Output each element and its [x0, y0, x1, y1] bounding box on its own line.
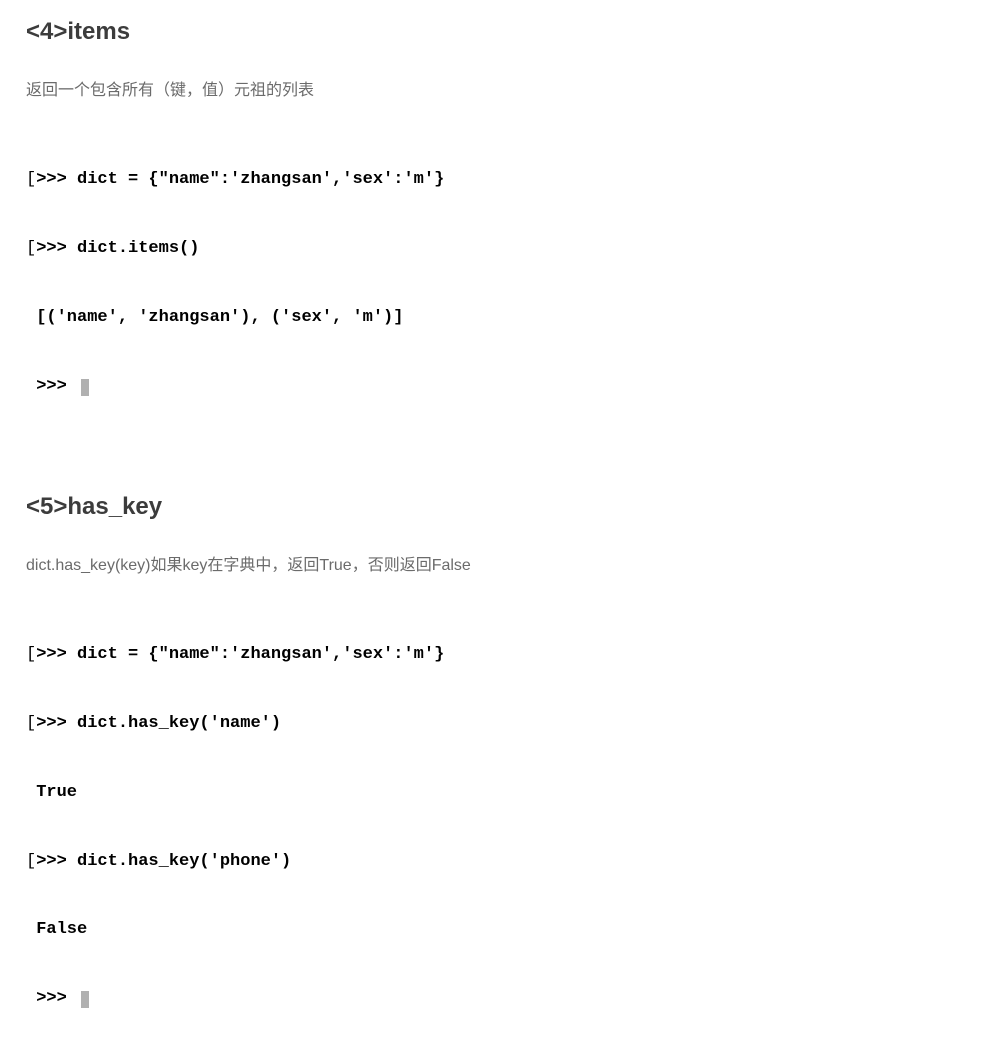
bracket-icon: [ — [26, 644, 36, 667]
code-line: [>>> dict = {"name":'zhangsan','sex':'m'… — [26, 169, 974, 192]
bracket-icon: [ — [26, 713, 36, 736]
code-block-items: [>>> dict = {"name":'zhangsan','sex':'m'… — [26, 124, 974, 445]
code-line: [>>> dict.has_key('name') — [26, 713, 974, 736]
heading-haskey: <5>has_key — [26, 493, 974, 521]
code-text: >>> — [36, 988, 77, 1011]
code-line: [>>> dict = {"name":'zhangsan','sex':'m'… — [26, 644, 974, 667]
code-line: [>>> dict.has_key('phone') — [26, 851, 974, 874]
bracket-icon — [26, 307, 36, 330]
section-5-haskey: <5>has_key dict.has_key(key)如果key在字典中，返回… — [26, 493, 974, 1057]
code-text: [('name', 'zhangsan'), ('sex', 'm')] — [36, 307, 403, 330]
bracket-icon: [ — [26, 169, 36, 192]
code-text: >>> — [36, 376, 77, 399]
cursor-icon — [81, 991, 89, 1008]
code-line: >>> — [26, 376, 974, 399]
code-text: >>> dict = {"name":'zhangsan','sex':'m'} — [36, 644, 444, 667]
heading-items: <4>items — [26, 18, 974, 46]
code-block-haskey: [>>> dict = {"name":'zhangsan','sex':'m'… — [26, 598, 974, 1057]
code-line: >>> — [26, 988, 974, 1011]
bracket-icon — [26, 782, 36, 805]
bracket-icon — [26, 919, 36, 942]
code-line: [('name', 'zhangsan'), ('sex', 'm')] — [26, 307, 974, 330]
code-line: False — [26, 919, 974, 942]
desc-items: 返回一个包含所有（键，值）元祖的列表 — [26, 78, 974, 104]
code-line: True — [26, 782, 974, 805]
bracket-icon: [ — [26, 851, 36, 874]
code-text: >>> dict = {"name":'zhangsan','sex':'m'} — [36, 169, 444, 192]
code-text: >>> dict.items() — [36, 238, 199, 261]
code-line: [>>> dict.items() — [26, 238, 974, 261]
code-text: >>> dict.has_key('phone') — [36, 851, 291, 874]
section-4-items: <4>items 返回一个包含所有（键，值）元祖的列表 [>>> dict = … — [26, 18, 974, 445]
desc-haskey: dict.has_key(key)如果key在字典中，返回True，否则返回Fa… — [26, 553, 974, 579]
cursor-icon — [81, 379, 89, 396]
code-text: False — [36, 919, 87, 942]
code-text: >>> dict.has_key('name') — [36, 713, 281, 736]
code-text: True — [36, 782, 77, 805]
bracket-icon: [ — [26, 238, 36, 261]
bracket-icon — [26, 376, 36, 399]
bracket-icon — [26, 988, 36, 1011]
